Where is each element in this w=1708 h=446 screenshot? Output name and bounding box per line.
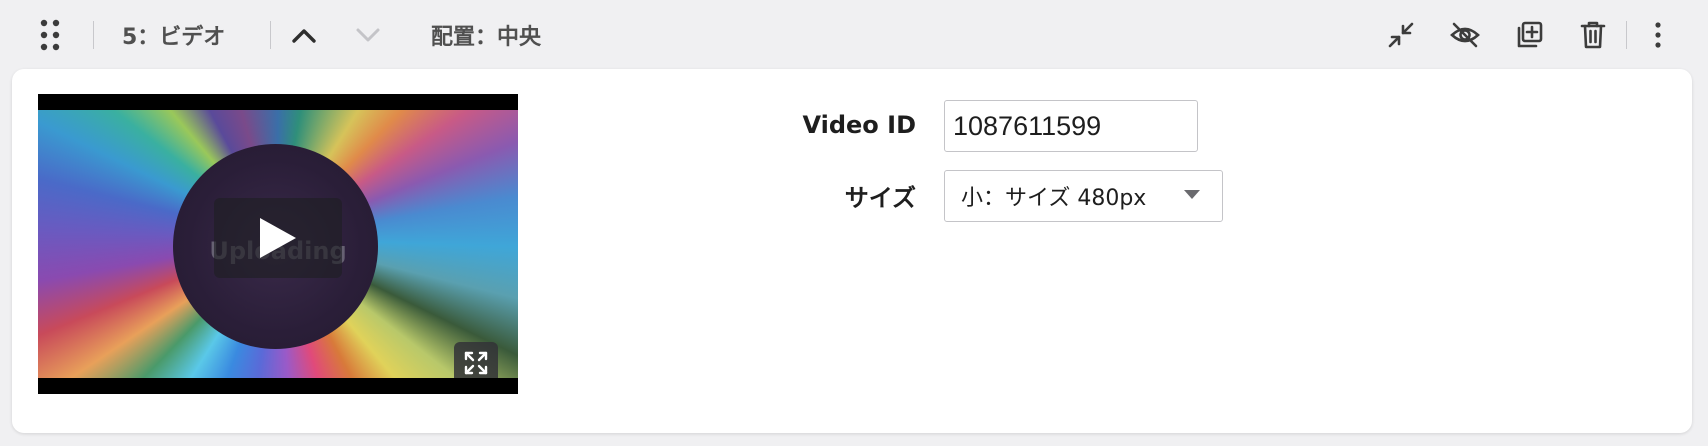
video-id-label: Video ID (802, 111, 916, 139)
hide-icon (1450, 22, 1480, 48)
hide-button[interactable] (1448, 17, 1482, 53)
caret-down-icon (1184, 190, 1200, 199)
block-label: 5：ビデオ (122, 25, 226, 50)
size-label: サイズ (844, 184, 916, 212)
play-button[interactable] (214, 198, 342, 278)
duplicate-icon (1517, 21, 1543, 48)
block-toolbar: 5：ビデオ 配置：中央 (0, 0, 1708, 70)
video-preview[interactable]: Uploading (38, 94, 518, 394)
size-select-value: 小：サイズ 480px (961, 186, 1147, 211)
play-icon (260, 218, 296, 258)
drag-handle-icon[interactable] (36, 17, 66, 53)
toolbar-divider (1626, 21, 1627, 49)
trash-icon (1580, 21, 1606, 49)
move-up-button[interactable] (288, 17, 320, 53)
more-options-button[interactable] (1648, 17, 1668, 53)
fullscreen-icon (464, 351, 488, 375)
size-select[interactable]: 小：サイズ 480px (944, 170, 1223, 222)
delete-button[interactable] (1576, 17, 1610, 53)
chevron-up-icon (292, 29, 316, 43)
collapse-icon (1388, 22, 1414, 48)
fullscreen-button[interactable] (454, 342, 498, 378)
collapse-button[interactable] (1384, 17, 1418, 53)
duplicate-button[interactable] (1512, 17, 1546, 53)
video-thumbnail: Uploading (38, 110, 518, 378)
move-down-button[interactable] (352, 17, 384, 53)
alignment-label[interactable]: 配置：中央 (431, 17, 541, 53)
chevron-down-icon (356, 28, 380, 42)
toolbar-divider (93, 21, 94, 49)
video-id-input[interactable] (944, 100, 1198, 152)
toolbar-divider (270, 21, 271, 49)
more-vertical-icon (1655, 22, 1661, 48)
